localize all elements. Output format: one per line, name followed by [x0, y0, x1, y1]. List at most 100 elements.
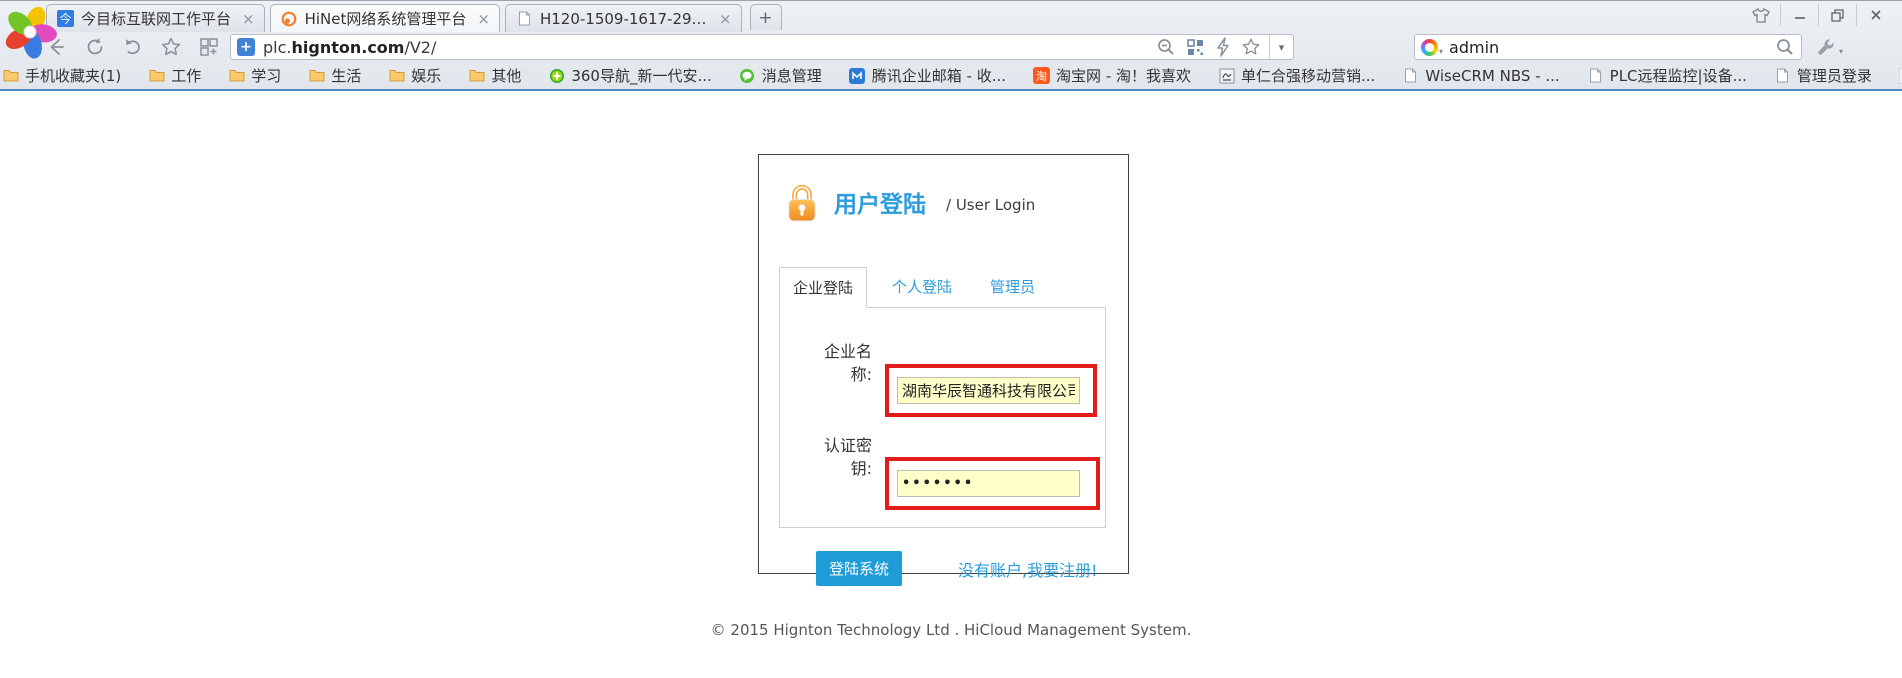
bookmark-item[interactable]: 娱乐: [388, 65, 441, 86]
url-text[interactable]: plc.hignton.com/V2/: [263, 38, 1148, 57]
tab-title: 今目标互联网工作平台: [81, 8, 231, 29]
bookmark-item[interactable]: 腾讯企业邮箱 - 收...: [849, 65, 1006, 86]
bookmark-item[interactable]: 其他: [468, 65, 521, 86]
address-bar[interactable]: + plc.hignton.com/V2/: [230, 34, 1294, 60]
folder-icon: [228, 67, 245, 84]
tab-h120[interactable]: H120-1509-1617-2932-77 ×: [505, 4, 742, 32]
favorite-star-icon[interactable]: [158, 34, 184, 60]
restore-button[interactable]: [1818, 4, 1856, 26]
hinet-favicon-icon: [281, 10, 298, 27]
screenshot-grid-icon[interactable]: [196, 34, 222, 60]
bookmark-item[interactable]: 淘 淘宝网 - 淘！我喜欢: [1033, 65, 1191, 86]
tools-caret-icon: ▾: [1839, 47, 1843, 56]
search-submit-icon[interactable]: [1775, 37, 1795, 57]
bookmark-item[interactable]: WiseCRM NBS - ...: [1402, 67, 1559, 85]
nav360-icon: [548, 67, 565, 84]
url-path: /V2/: [404, 38, 436, 57]
folder-icon: [2, 67, 19, 84]
url-dropdown-icon[interactable]: ▾: [1269, 35, 1293, 59]
page-favicon-icon: [516, 10, 533, 27]
bookmark-item[interactable]: 360导航_新一代安...: [548, 65, 711, 86]
bookmark-label: 其他: [491, 65, 521, 86]
red-highlight-box: [885, 364, 1097, 417]
bookmark-item[interactable]: 工作: [148, 65, 201, 86]
bookmark-item[interactable]: 管理员登录: [1774, 65, 1872, 86]
tab-personal-login[interactable]: 个人登陆: [879, 267, 965, 308]
auth-key-input[interactable]: [897, 470, 1080, 497]
browser-logo-icon[interactable]: [2, 4, 58, 60]
page-icon: [1587, 67, 1604, 84]
search-engine-caret-icon[interactable]: ▾: [1439, 47, 1443, 56]
stamp-icon: [1218, 67, 1235, 84]
page-icon: [1402, 67, 1419, 84]
bookmark-item[interactable]: 消息管理: [739, 65, 822, 86]
close-window-button[interactable]: [1856, 4, 1894, 26]
bookmark-label: PLC远程监控|设备...: [1610, 65, 1747, 86]
bookmark-label: WiseCRM NBS - ...: [1425, 67, 1559, 85]
login-button[interactable]: 登陆系统: [816, 551, 902, 586]
tab-close-icon[interactable]: ×: [719, 10, 732, 28]
login-tabs: 企业登陆 个人登陆 管理员: [779, 267, 1128, 308]
minimize-button[interactable]: [1780, 4, 1818, 26]
bookmark-label: 淘宝网 - 淘！我喜欢: [1056, 65, 1191, 86]
company-name-row: 企业名称:: [780, 336, 1105, 417]
bookmark-label: 娱乐: [411, 65, 441, 86]
qr-code-icon[interactable]: [1186, 38, 1205, 57]
tab-close-icon[interactable]: ×: [242, 10, 255, 28]
folder-icon: [388, 67, 405, 84]
bookmark-item[interactable]: 学习: [228, 65, 281, 86]
bookmark-item[interactable]: 生活: [308, 65, 361, 86]
speed-bolt-icon[interactable]: [1215, 37, 1231, 57]
refresh-icon[interactable]: [82, 34, 108, 60]
site-shield-icon[interactable]: +: [237, 38, 255, 56]
navigation-bar: + plc.hignton.com/V2/: [0, 32, 1902, 62]
wrench-icon: [1816, 37, 1836, 57]
undo-icon[interactable]: [120, 34, 146, 60]
url-host: hignton.com: [291, 38, 404, 57]
zoom-icon[interactable]: [1156, 37, 1176, 57]
tab-jinmubiao[interactable]: 今 今目标互联网工作平台 ×: [46, 4, 265, 32]
tab-title: HiNet网络系统管理平台: [305, 8, 467, 29]
bookmark-label: 360导航_新一代安...: [571, 65, 711, 86]
bookmark-label: 单仁合强移动营销...: [1241, 65, 1375, 86]
bookmarks-bar: 手机收藏夹(1) 工作 学习 生活 娱乐 其他 360导航_新一代安... 消息…: [0, 62, 1902, 89]
login-title: 用户登陆: [834, 185, 926, 219]
folder-icon: [148, 67, 165, 84]
search-box[interactable]: ▾: [1414, 34, 1802, 60]
login-panel: 用户登陆 / User Login 企业登陆 个人登陆 管理员 企业名称: 认证…: [758, 154, 1129, 574]
padlock-icon: [784, 180, 820, 224]
skin-icon[interactable]: [1742, 4, 1780, 26]
tools-menu[interactable]: ▾: [1816, 37, 1843, 57]
bookmark-item[interactable]: 单仁合强移动营销...: [1218, 65, 1375, 86]
page-content: 用户登陆 / User Login 企业登陆 个人登陆 管理员 企业名称: 认证…: [0, 91, 1902, 678]
bookmark-label: 工作: [171, 65, 201, 86]
tab-enterprise-login[interactable]: 企业登陆: [779, 267, 867, 308]
new-tab-button[interactable]: +: [750, 4, 782, 30]
tab-admin-login[interactable]: 管理员: [977, 267, 1048, 308]
company-name-input[interactable]: [897, 377, 1080, 404]
company-name-label: 企业名称:: [816, 340, 872, 417]
auth-key-row: 认证密钥:: [780, 430, 1105, 510]
login-subtitle: / User Login: [946, 196, 1035, 214]
bookmark-item[interactable]: 手机收藏夹(1): [2, 65, 121, 86]
bookmark-star-icon[interactable]: [1241, 37, 1261, 57]
browser-chrome: 今 今目标互联网工作平台 × HiNet网络系统管理平台 ×: [0, 0, 1902, 91]
bookmark-item[interactable]: PLC远程监控|设备...: [1587, 65, 1747, 86]
search-input[interactable]: [1449, 38, 1775, 57]
jin-favicon-icon: 今: [57, 10, 74, 27]
bookmark-label: 生活: [331, 65, 361, 86]
bookmark-label: 手机收藏夹(1): [25, 65, 121, 86]
tab-close-icon[interactable]: ×: [477, 10, 490, 28]
window-controls: [1742, 4, 1894, 26]
copyright-footer: © 2015 Hignton Technology Ltd . HiCloud …: [0, 621, 1902, 639]
red-highlight-box: [885, 457, 1100, 510]
chat-icon: [739, 67, 756, 84]
tab-hinet-active[interactable]: HiNet网络系统管理平台 ×: [270, 4, 500, 32]
register-link[interactable]: 没有账户,我要注册!: [958, 557, 1098, 581]
bookmark-label: 学习: [251, 65, 281, 86]
tab-title: H120-1509-1617-2932-77: [540, 10, 708, 28]
search-engine-logo-icon[interactable]: [1421, 39, 1438, 56]
folder-icon: [308, 67, 325, 84]
bookmark-label: 消息管理: [762, 65, 822, 86]
page-icon: [1774, 67, 1791, 84]
